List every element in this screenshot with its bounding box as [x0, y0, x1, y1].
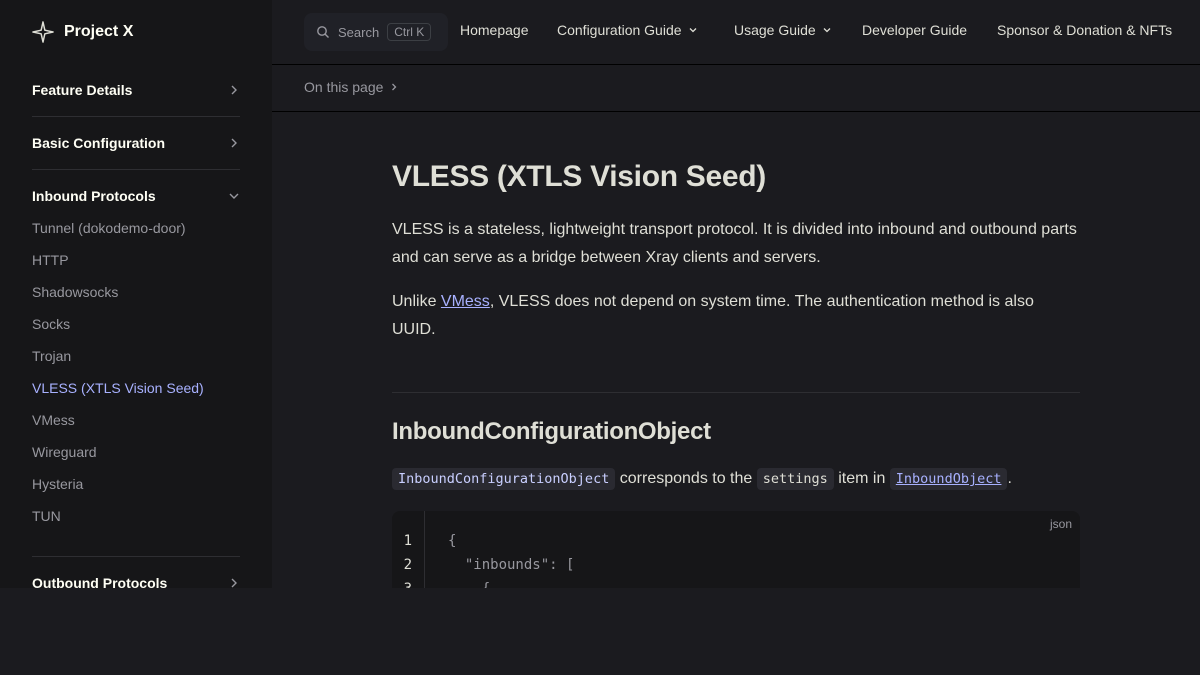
sidebar-item-http[interactable]: HTTP	[32, 250, 69, 270]
sidebar-item-vmess[interactable]: VMess	[32, 410, 75, 430]
sidebar-item-socks[interactable]: Socks	[32, 314, 70, 334]
on-this-page-label: On this page	[304, 79, 384, 95]
code-language-label: json	[1049, 517, 1072, 531]
inline-code: settings	[756, 468, 834, 490]
nav-label: Developer Guide	[862, 22, 968, 38]
sidebar-item-tunnel[interactable]: Tunnel (dokodemo-door)	[32, 218, 186, 238]
chevron-down-icon	[823, 28, 831, 33]
brand-name: Project X	[64, 23, 134, 40]
top-nav: Search Ctrl K Homepage Configuration Gui…	[272, 0, 1200, 65]
sidebar-item-hysteria[interactable]: Hysteria	[32, 474, 83, 494]
page-title: VLESS (XTLS Vision Seed)	[392, 160, 766, 193]
text: Unlike	[392, 293, 441, 310]
search-button[interactable]: Search Ctrl K	[304, 13, 448, 51]
inbound-object-link[interactable]: InboundObject	[889, 468, 1008, 490]
inline-code: InboundConfigurationObject	[392, 468, 616, 490]
section-heading: InboundConfigurationObject	[392, 418, 711, 445]
settings-description: InboundConfigurationObject corresponds t…	[392, 465, 1012, 493]
sidebar-section-outbound-protocols[interactable]: Outbound Protocols	[32, 571, 240, 588]
chevron-right-icon	[231, 578, 237, 588]
chevron-down-icon	[229, 193, 239, 199]
brand[interactable]: Project X	[32, 20, 133, 44]
search-placeholder: Search	[338, 24, 380, 40]
sidebar-item-tun[interactable]: TUN	[32, 506, 61, 526]
on-this-page-button[interactable]: On this page	[304, 79, 399, 95]
sidebar-divider	[32, 556, 240, 557]
search-icon	[317, 26, 329, 38]
sidebar-item-wireguard[interactable]: Wireguard	[32, 442, 97, 462]
nav-label: Usage Guide	[734, 22, 816, 38]
sidebar: Project X Feature Details Basic Configur…	[0, 0, 272, 588]
code-line: "inbounds": [	[448, 557, 575, 573]
sidebar-item-shadowsocks[interactable]: Shadowsocks	[32, 282, 118, 302]
text: corresponds to the	[615, 470, 757, 487]
chevron-down-icon	[689, 28, 696, 33]
nav-label: Homepage	[460, 22, 529, 38]
line-number: 2	[403, 557, 412, 573]
nav-sponsor-donation[interactable]: Sponsor & Donation & NFTs	[997, 22, 1172, 38]
app-viewport: Project X Feature Details Basic Configur…	[0, 0, 1200, 588]
sidebar-section-label: Feature Details	[32, 82, 133, 98]
line-number: 3	[404, 581, 412, 588]
line-numbers: 1 2 3	[392, 511, 425, 588]
nav-developer-guide[interactable]: Developer Guide	[862, 22, 967, 38]
empty-bottom-area	[0, 588, 1200, 675]
nav-label: Configuration Guide	[557, 22, 682, 38]
project-x-logo-icon	[32, 21, 54, 43]
vmess-link[interactable]: VMess	[441, 293, 490, 310]
sidebar-divider	[32, 116, 240, 117]
sidebar-divider	[32, 169, 240, 170]
code-line: {	[448, 581, 490, 588]
text: .	[1007, 470, 1012, 487]
section-divider	[392, 392, 1080, 393]
nav-configuration-guide[interactable]: Configuration Guide	[557, 22, 698, 38]
code-block: 1 2 3 { "inbounds": [ { json	[392, 511, 1080, 588]
chevron-right-icon	[231, 138, 237, 148]
sidebar-section-label: Basic Configuration	[32, 135, 166, 151]
chevron-right-icon	[392, 83, 397, 91]
sidebar-section-basic-configuration[interactable]: Basic Configuration	[32, 131, 240, 155]
vmess-paragraph: Unlike VMess, VLESS does not depend on s…	[392, 288, 1080, 344]
nav-homepage[interactable]: Homepage	[460, 22, 529, 38]
sidebar-item-trojan[interactable]: Trojan	[32, 346, 71, 366]
code-line: {	[448, 533, 457, 549]
line-number: 1	[403, 533, 412, 549]
sidebar-section-feature-details[interactable]: Feature Details	[32, 78, 240, 102]
sidebar-section-label: Outbound Protocols	[32, 575, 168, 588]
sidebar-section-label: Inbound Protocols	[32, 188, 156, 204]
nav-usage-guide[interactable]: Usage Guide	[734, 22, 832, 38]
local-nav: On this page	[272, 65, 1200, 112]
chevron-right-icon	[231, 85, 237, 95]
text: item in	[833, 470, 890, 487]
sidebar-section-inbound-protocols[interactable]: Inbound Protocols	[32, 184, 240, 208]
intro-paragraph: VLESS is a stateless, lightweight transp…	[392, 221, 1077, 266]
search-shortcut: Ctrl K	[387, 23, 432, 41]
sidebar-item-vless[interactable]: VLESS (XTLS Vision Seed)	[32, 378, 204, 398]
nav-label: Sponsor & Donation & NFTs	[997, 22, 1173, 38]
